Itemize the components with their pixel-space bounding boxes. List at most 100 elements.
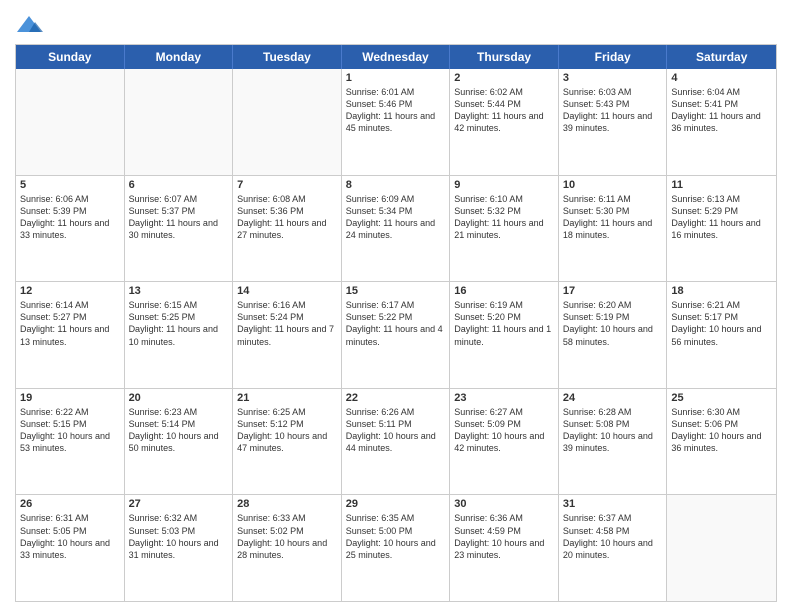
day-number: 14 — [237, 285, 337, 297]
day-cell-29: 29 Sunrise: 6:35 AM Sunset: 5:00 PM Dayli… — [342, 495, 451, 601]
day-number: 24 — [563, 392, 663, 404]
day-number: 17 — [563, 285, 663, 297]
day-cell-3: 3 Sunrise: 6:03 AM Sunset: 5:43 PM Daylig… — [559, 69, 668, 175]
day-cell-12: 12Sunrise: 6:14 AM Sunset: 5:27 PM Dayli… — [16, 282, 125, 388]
day-cell-10: 10 Sunrise: 6:11 AM Sunset: 5:30 PM Dayli… — [559, 176, 668, 282]
day-cell-24: 24 Sunrise: 6:28 AM Sunset: 5:08 PM Dayli… — [559, 389, 668, 495]
day-number: 30 — [454, 498, 554, 510]
day-number: 31 — [563, 498, 663, 510]
day-number: 1 — [346, 72, 446, 84]
day-cell-2: 2 Sunrise: 6:02 AM Sunset: 5:44 PM Daylig… — [450, 69, 559, 175]
day-cell-5: 5 Sunrise: 6:06 AM Sunset: 5:39 PM Daylig… — [16, 176, 125, 282]
day-header-wednesday: Wednesday — [342, 45, 451, 69]
day-number: 8 — [346, 179, 446, 191]
day-info: Sunrise: 6:16 AM Sunset: 5:24 PM Dayligh… — [237, 299, 337, 348]
day-header-tuesday: Tuesday — [233, 45, 342, 69]
day-number: 10 — [563, 179, 663, 191]
day-info: Sunrise: 6:04 AM Sunset: 5:41 PM Dayligh… — [671, 86, 772, 135]
day-number: 11 — [671, 179, 772, 191]
day-info: Sunrise: 6:27 AM Sunset: 5:09 PM Dayligh… — [454, 406, 554, 455]
calendar-body: 1 Sunrise: 6:01 AM Sunset: 5:46 PM Daylig… — [16, 69, 776, 601]
day-cell-19: 19 Sunrise: 6:22 AM Sunset: 5:15 PM Dayli… — [16, 389, 125, 495]
day-info: Sunrise: 6:01 AM Sunset: 5:46 PM Dayligh… — [346, 86, 446, 135]
calendar-row-5: 26 Sunrise: 6:31 AM Sunset: 5:05 PM Dayli… — [16, 495, 776, 601]
day-header-thursday: Thursday — [450, 45, 559, 69]
day-info: Sunrise: 6:13 AM Sunset: 5:29 PM Dayligh… — [671, 193, 772, 242]
day-cell-15: 15 Sunrise: 6:17 AM Sunset: 5:22 PM Dayli… — [342, 282, 451, 388]
day-info: Sunrise: 6:35 AM Sunset: 5:00 PM Dayligh… — [346, 512, 446, 561]
day-cell-17: 17 Sunrise: 6:20 AM Sunset: 5:19 PM Dayli… — [559, 282, 668, 388]
day-number: 15 — [346, 285, 446, 297]
day-number: 5 — [20, 179, 120, 191]
day-cell-14: 14 Sunrise: 6:16 AM Sunset: 5:24 PM Dayli… — [233, 282, 342, 388]
day-number: 3 — [563, 72, 663, 84]
day-number: 20 — [129, 392, 229, 404]
calendar-header: SundayMondayTuesdayWednesdayThursdayFrid… — [16, 45, 776, 69]
logo — [15, 14, 45, 36]
day-info: Sunrise: 6:31 AM Sunset: 5:05 PM Dayligh… — [20, 512, 120, 561]
day-cell-22: 22 Sunrise: 6:26 AM Sunset: 5:11 PM Dayli… — [342, 389, 451, 495]
day-cell-1: 1 Sunrise: 6:01 AM Sunset: 5:46 PM Daylig… — [342, 69, 451, 175]
day-cell-28: 28 Sunrise: 6:33 AM Sunset: 5:02 PM Dayli… — [233, 495, 342, 601]
day-number: 29 — [346, 498, 446, 510]
day-info: Sunrise: 6:25 AM Sunset: 5:12 PM Dayligh… — [237, 406, 337, 455]
day-cell-18: 18Sunrise: 6:21 AM Sunset: 5:17 PM Dayli… — [667, 282, 776, 388]
day-cell-7: 7 Sunrise: 6:08 AM Sunset: 5:36 PM Daylig… — [233, 176, 342, 282]
day-number: 22 — [346, 392, 446, 404]
day-header-friday: Friday — [559, 45, 668, 69]
day-cell-9: 9 Sunrise: 6:10 AM Sunset: 5:32 PM Daylig… — [450, 176, 559, 282]
day-info: Sunrise: 6:02 AM Sunset: 5:44 PM Dayligh… — [454, 86, 554, 135]
day-cell-31: 31Sunrise: 6:37 AM Sunset: 4:58 PM Dayli… — [559, 495, 668, 601]
day-cell-13: 13Sunrise: 6:15 AM Sunset: 5:25 PM Dayli… — [125, 282, 234, 388]
calendar-row-3: 12Sunrise: 6:14 AM Sunset: 5:27 PM Dayli… — [16, 282, 776, 389]
calendar-row-2: 5 Sunrise: 6:06 AM Sunset: 5:39 PM Daylig… — [16, 176, 776, 283]
day-info: Sunrise: 6:20 AM Sunset: 5:19 PM Dayligh… — [563, 299, 663, 348]
day-info: Sunrise: 6:33 AM Sunset: 5:02 PM Dayligh… — [237, 512, 337, 561]
day-info: Sunrise: 6:17 AM Sunset: 5:22 PM Dayligh… — [346, 299, 446, 348]
day-header-sunday: Sunday — [16, 45, 125, 69]
day-number: 2 — [454, 72, 554, 84]
day-info: Sunrise: 6:32 AM Sunset: 5:03 PM Dayligh… — [129, 512, 229, 561]
day-number: 7 — [237, 179, 337, 191]
day-info: Sunrise: 6:15 AM Sunset: 5:25 PM Dayligh… — [129, 299, 229, 348]
day-info: Sunrise: 6:28 AM Sunset: 5:08 PM Dayligh… — [563, 406, 663, 455]
day-number: 6 — [129, 179, 229, 191]
day-info: Sunrise: 6:10 AM Sunset: 5:32 PM Dayligh… — [454, 193, 554, 242]
day-number: 9 — [454, 179, 554, 191]
empty-cell — [125, 69, 234, 175]
day-info: Sunrise: 6:07 AM Sunset: 5:37 PM Dayligh… — [129, 193, 229, 242]
day-cell-20: 20 Sunrise: 6:23 AM Sunset: 5:14 PM Dayli… — [125, 389, 234, 495]
day-info: Sunrise: 6:11 AM Sunset: 5:30 PM Dayligh… — [563, 193, 663, 242]
day-cell-21: 21 Sunrise: 6:25 AM Sunset: 5:12 PM Dayli… — [233, 389, 342, 495]
day-info: Sunrise: 6:06 AM Sunset: 5:39 PM Dayligh… — [20, 193, 120, 242]
day-cell-30: 30 Sunrise: 6:36 AM Sunset: 4:59 PM Dayli… — [450, 495, 559, 601]
day-header-monday: Monday — [125, 45, 234, 69]
empty-cell — [233, 69, 342, 175]
empty-cell — [667, 495, 776, 601]
calendar-row-1: 1 Sunrise: 6:01 AM Sunset: 5:46 PM Daylig… — [16, 69, 776, 176]
day-info: Sunrise: 6:23 AM Sunset: 5:14 PM Dayligh… — [129, 406, 229, 455]
day-number: 4 — [671, 72, 772, 84]
day-number: 25 — [671, 392, 772, 404]
day-info: Sunrise: 6:36 AM Sunset: 4:59 PM Dayligh… — [454, 512, 554, 561]
day-info: Sunrise: 6:26 AM Sunset: 5:11 PM Dayligh… — [346, 406, 446, 455]
day-number: 21 — [237, 392, 337, 404]
day-cell-27: 27Sunrise: 6:32 AM Sunset: 5:03 PM Dayli… — [125, 495, 234, 601]
day-number: 26 — [20, 498, 120, 510]
day-cell-16: 16Sunrise: 6:19 AM Sunset: 5:20 PM Dayli… — [450, 282, 559, 388]
day-number: 28 — [237, 498, 337, 510]
day-cell-8: 8Sunrise: 6:09 AM Sunset: 5:34 PM Daylig… — [342, 176, 451, 282]
day-info: Sunrise: 6:22 AM Sunset: 5:15 PM Dayligh… — [20, 406, 120, 455]
empty-cell — [16, 69, 125, 175]
day-number: 23 — [454, 392, 554, 404]
day-header-saturday: Saturday — [667, 45, 776, 69]
day-cell-23: 23 Sunrise: 6:27 AM Sunset: 5:09 PM Dayli… — [450, 389, 559, 495]
day-info: Sunrise: 6:21 AM Sunset: 5:17 PM Dayligh… — [671, 299, 772, 348]
day-info: Sunrise: 6:08 AM Sunset: 5:36 PM Dayligh… — [237, 193, 337, 242]
day-cell-11: 11 Sunrise: 6:13 AM Sunset: 5:29 PM Dayli… — [667, 176, 776, 282]
day-info: Sunrise: 6:03 AM Sunset: 5:43 PM Dayligh… — [563, 86, 663, 135]
day-number: 19 — [20, 392, 120, 404]
day-cell-6: 6 Sunrise: 6:07 AM Sunset: 5:37 PM Daylig… — [125, 176, 234, 282]
day-cell-4: 4 Sunrise: 6:04 AM Sunset: 5:41 PM Daylig… — [667, 69, 776, 175]
day-cell-25: 25Sunrise: 6:30 AM Sunset: 5:06 PM Dayli… — [667, 389, 776, 495]
